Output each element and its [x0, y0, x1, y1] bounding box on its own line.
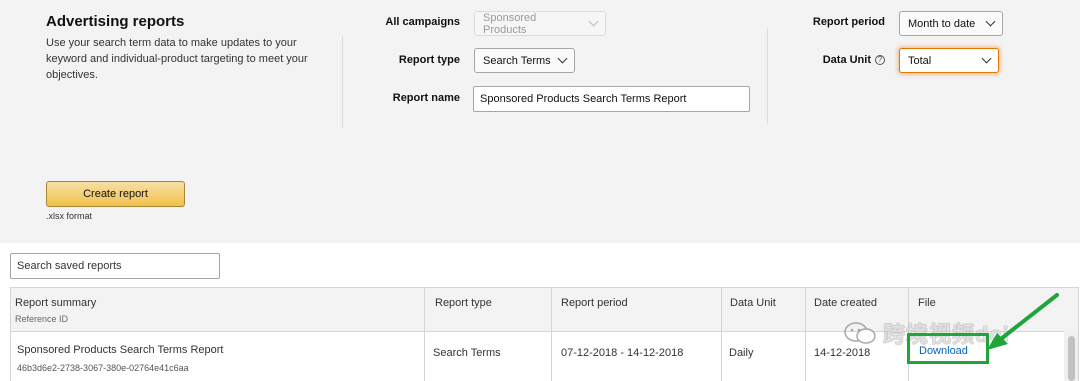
row-report-type: Search Terms: [433, 347, 501, 359]
header-reference-id: Reference ID: [15, 314, 69, 324]
row-report-summary: Sponsored Products Search Terms Report: [17, 344, 224, 356]
campaigns-select-value: Sponsored Products: [483, 11, 537, 36]
report-type-select[interactable]: Search Terms: [474, 48, 575, 73]
help-icon[interactable]: ?: [875, 55, 885, 66]
page-description: Use your search term data to make update…: [46, 37, 308, 81]
page-title: Advertising reports: [46, 13, 185, 30]
data-unit-select[interactable]: Total: [899, 48, 999, 73]
data-unit-label: Data Unit: [822, 54, 871, 66]
scrollbar-thumb[interactable]: [1068, 336, 1075, 381]
header-report-type[interactable]: Report type: [435, 297, 492, 309]
header-report-summary[interactable]: Report summary: [15, 297, 96, 309]
format-note: .xlsx format: [46, 211, 93, 221]
divider: [342, 36, 343, 128]
row-reference-id: 46b3d6e2-2738-3067-380e-02764e41c6aa: [17, 363, 189, 373]
report-period-label: Report period: [812, 16, 885, 28]
report-type-label: Report type: [398, 54, 460, 66]
annotation-arrow-icon: [987, 293, 1059, 350]
row-data-unit: Daily: [729, 347, 754, 359]
header-data-unit[interactable]: Data Unit: [730, 297, 776, 309]
campaigns-select: Sponsored Products: [474, 11, 606, 36]
header-file: File: [918, 297, 936, 309]
search-saved-reports-input[interactable]: Search saved reports: [10, 253, 220, 279]
data-unit-label-group: Data Unit?: [790, 54, 885, 66]
header-report-period[interactable]: Report period: [561, 297, 628, 309]
chevron-down-icon: [557, 53, 568, 64]
report-settings-panel: Advertising reports Use your search term…: [0, 0, 1080, 243]
chevron-down-icon: [588, 16, 599, 27]
report-name-label: Report name: [392, 92, 460, 104]
column-divider: [805, 288, 806, 381]
chevron-down-icon: [985, 16, 996, 27]
wechat-icon: [844, 322, 876, 344]
header-date-created[interactable]: Date created: [814, 297, 877, 309]
data-unit-select-value: Total: [908, 54, 932, 67]
report-name-input[interactable]: Sponsored Products Search Terms Report: [473, 86, 750, 112]
row-report-period: 07-12-2018 - 14-12-2018: [561, 347, 684, 359]
campaigns-label: All campaigns: [385, 16, 460, 28]
report-period-select-value: Month to date: [908, 17, 976, 30]
chevron-down-icon: [981, 53, 992, 64]
column-divider: [551, 288, 552, 381]
divider: [767, 28, 768, 124]
create-report-button[interactable]: Create report: [46, 181, 185, 207]
column-divider: [721, 288, 722, 381]
report-type-select-value: Search Terms: [483, 54, 551, 67]
report-period-select[interactable]: Month to date: [899, 11, 1003, 36]
column-divider: [424, 288, 425, 381]
